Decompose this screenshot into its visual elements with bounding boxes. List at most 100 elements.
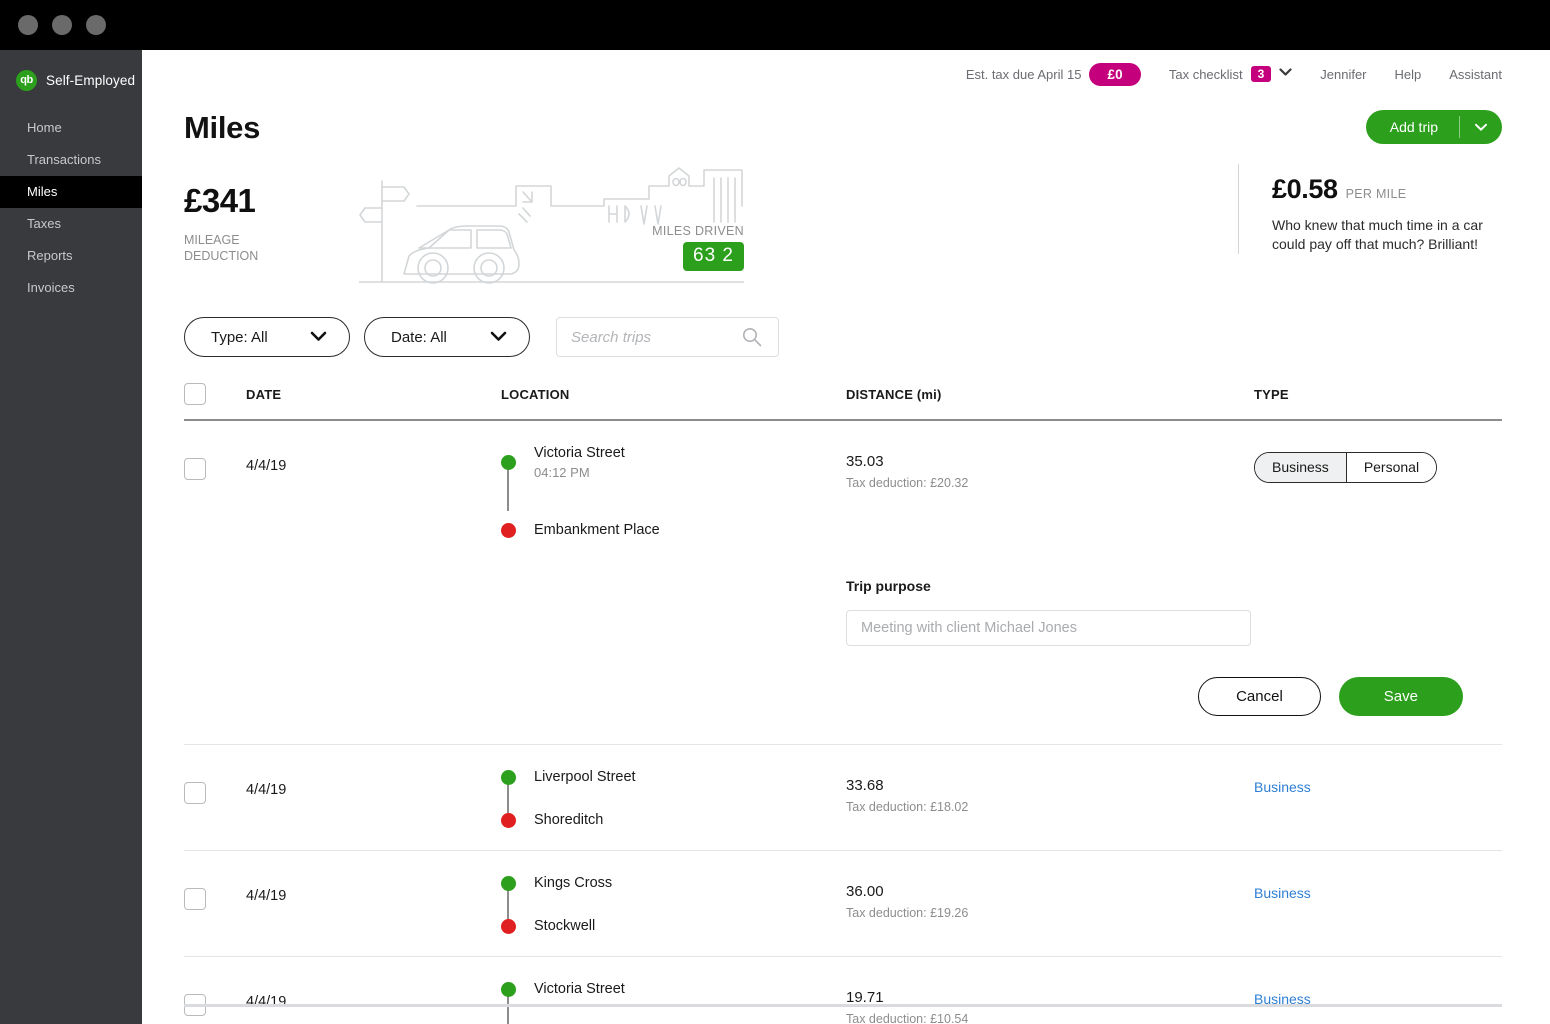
per-mile-rate-unit: PER MILE [1345, 187, 1407, 201]
mileage-deduction-amount: £341 [184, 182, 256, 219]
start-marker-icon [501, 769, 516, 785]
top-navigation: Est. tax due April 15 £0 Tax checklist 3… [142, 50, 1550, 98]
miles-driven-value: 63 2 [683, 242, 744, 271]
row-checkbox[interactable] [184, 888, 206, 910]
est-tax-due[interactable]: Est. tax due April 15 £0 [966, 62, 1141, 86]
search-trips-field[interactable] [556, 317, 779, 357]
route-start: Victoria Street [501, 981, 846, 997]
city-car-illustration: MILES DRIVEN 63 2 [359, 164, 744, 289]
sidebar-item-reports[interactable]: Reports [0, 240, 142, 272]
route-end: Stockwell [501, 918, 846, 934]
sidebar-item-label: Miles [27, 184, 58, 199]
type-toggle-business[interactable]: Business [1255, 453, 1347, 482]
row-type: Business [1254, 769, 1502, 795]
end-marker-icon [501, 918, 516, 934]
end-location-text: Embankment Place [534, 522, 660, 538]
select-all-checkbox[interactable] [184, 383, 206, 405]
row-select-cell [184, 445, 246, 480]
row-checkbox[interactable] [184, 458, 206, 480]
type-link[interactable]: Business [1254, 769, 1502, 795]
save-button[interactable]: Save [1338, 677, 1463, 716]
type-toggle-personal[interactable]: Personal [1346, 453, 1437, 482]
editor-body: Trip purpose Cancel Save [846, 578, 1502, 716]
start-location-name: Victoria Street [534, 445, 625, 461]
row-type: Business Personal [1254, 445, 1502, 483]
app-window: qb Self-Employed Home Transactions Miles… [0, 0, 1550, 1024]
brand[interactable]: qb Self-Employed [0, 50, 142, 94]
summary-band: £341 MILEAGE DEDUCTION MILES DRIVEN 63 2… [142, 146, 1550, 289]
table-row[interactable]: 4/4/19 Liverpool Street Shoreditch 33.68… [184, 745, 1502, 851]
help-link[interactable]: Help [1395, 67, 1422, 82]
window-controls [18, 15, 106, 35]
row-location: Liverpool Street Shoreditch [501, 769, 846, 828]
row-distance: 19.71 Tax deduction: £10.54 [846, 981, 1254, 1024]
chevron-down-icon[interactable] [1460, 110, 1502, 144]
filter-bar: Type: All Date: All [142, 289, 1550, 357]
end-location-name: Embankment Place [534, 522, 660, 538]
quickbooks-logo-icon: qb [16, 70, 37, 91]
column-header-date: DATE [246, 386, 282, 402]
row-date: 4/4/19 [246, 458, 287, 474]
column-header-distance: DISTANCE (mi) [846, 386, 942, 402]
type-filter-dropdown[interactable]: Type: All [184, 317, 350, 357]
search-icon[interactable] [742, 327, 762, 352]
brand-label: Self-Employed [46, 73, 136, 88]
sidebar-item-taxes[interactable]: Taxes [0, 208, 142, 240]
row-distance: 35.03 Tax deduction: £20.32 [846, 445, 1254, 490]
sidebar-item-home[interactable]: Home [0, 112, 142, 144]
row-distance: 36.00 Tax deduction: £19.26 [846, 875, 1254, 920]
row-select-cell [184, 981, 246, 1016]
start-location-text: Kings Cross [534, 875, 612, 891]
start-location-name: Victoria Street [534, 981, 625, 997]
sidebar-item-transactions[interactable]: Transactions [0, 144, 142, 176]
quickbooks-logo-text: qb [20, 74, 33, 86]
sidebar-item-miles[interactable]: Miles [0, 176, 142, 208]
tax-deduction-value: Tax deduction: £10.54 [846, 1012, 969, 1024]
per-mile-rate: £0.58 PER MILE Who knew that much time i… [1238, 164, 1502, 254]
date-filter-dropdown[interactable]: Date: All [364, 317, 530, 357]
start-location-text: Victoria Street [534, 981, 625, 997]
sidebar-item-label: Taxes [27, 216, 61, 231]
trip-purpose-editor: Trip purpose Cancel Save [184, 560, 1502, 745]
type-link[interactable]: Business [1254, 875, 1502, 901]
mileage-deduction: £341 MILEAGE DEDUCTION [184, 164, 359, 264]
row-checkbox[interactable] [184, 782, 206, 804]
user-name: Jennifer [1320, 66, 1367, 82]
type-filter-label: Type: All [211, 328, 268, 346]
tax-checklist[interactable]: Tax checklist 3 [1169, 66, 1292, 82]
start-marker-icon [501, 455, 516, 470]
row-select-cell [184, 875, 246, 910]
route-end: Shoreditch [501, 812, 846, 828]
search-input[interactable] [557, 327, 733, 347]
distance-value: 33.68 [846, 777, 884, 794]
start-location-name: Kings Cross [534, 875, 613, 891]
user-menu[interactable]: Jennifer [1320, 67, 1366, 82]
type-toggle[interactable]: Business Personal [1254, 452, 1438, 483]
est-tax-due-value: £0 [1089, 62, 1141, 86]
per-mile-rate-value: £0.58 [1272, 174, 1338, 204]
column-header-location: LOCATION [501, 386, 570, 402]
miles-driven: MILES DRIVEN 63 2 [652, 224, 744, 271]
route-start: Liverpool Street [501, 769, 846, 785]
add-trip-button[interactable]: Add trip [1365, 110, 1502, 144]
window-minimize-button[interactable] [52, 15, 72, 35]
window-close-button[interactable] [18, 15, 38, 35]
row-distance: 33.68 Tax deduction: £18.02 [846, 769, 1254, 814]
add-trip-label: Add trip [1389, 119, 1438, 135]
assistant-link[interactable]: Assistant [1449, 67, 1502, 82]
table-row[interactable]: 4/4/19 Kings Cross Stockwell 36.00 Tax d… [184, 851, 1502, 957]
mileage-deduction-caption: MILEAGE DEDUCTION [184, 232, 359, 264]
table-row[interactable]: 4/4/19 Victoria Street 04:12 PM Embankme… [184, 421, 1502, 560]
route-start: Victoria Street 04:12 PM [501, 445, 846, 480]
sidebar-item-invoices[interactable]: Invoices [0, 272, 142, 304]
sidebar-nav: Home Transactions Miles Taxes Reports In… [0, 112, 142, 304]
row-date: 4/4/19 [246, 888, 287, 904]
distance-value: 19.71 [846, 989, 884, 1006]
cancel-button[interactable]: Cancel [1198, 677, 1321, 716]
tax-deduction-value: Tax deduction: £19.26 [846, 906, 969, 920]
app-body: qb Self-Employed Home Transactions Miles… [0, 50, 1550, 1024]
window-maximize-button[interactable] [86, 15, 106, 35]
mileage-deduction-caption-line1: MILEAGE [184, 233, 240, 247]
table-row[interactable]: 4/4/19 Victoria Street Embankm [184, 957, 1502, 1024]
trip-purpose-input[interactable] [846, 610, 1251, 646]
